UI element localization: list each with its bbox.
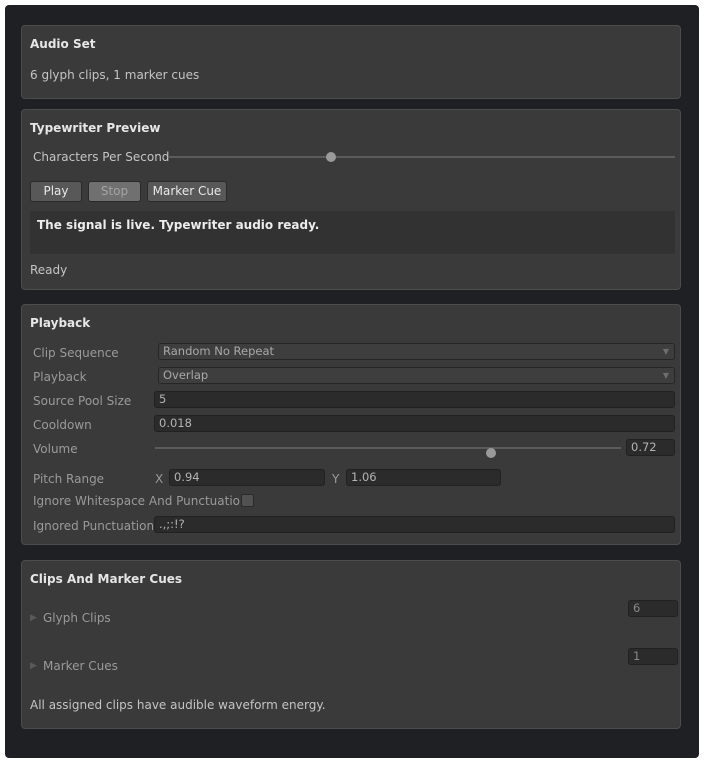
marker-cues-count[interactable]: 1 xyxy=(628,648,678,665)
cooldown-field[interactable]: 0.018 xyxy=(154,415,675,432)
playback-mode-label: Playback xyxy=(33,370,87,384)
clip-sequence-dropdown[interactable]: Random No Repeat ▼ xyxy=(158,343,675,360)
playback-mode-value: Overlap xyxy=(163,368,209,382)
audio-set-panel: Audio Set 6 glyph clips, 1 marker cues xyxy=(21,25,681,99)
audio-set-summary: 6 glyph clips, 1 marker cues xyxy=(30,68,200,82)
ignore-whitespace-label: Ignore Whitespace And Punctuation xyxy=(33,494,248,508)
typewriter-preview-panel: Typewriter Preview Characters Per Second… xyxy=(21,109,681,290)
ignored-punctuation-label: Ignored Punctuation xyxy=(33,519,155,533)
preview-text-box: The signal is live. Typewriter audio rea… xyxy=(30,211,675,254)
glyph-clips-foldout-arrow-icon[interactable]: ▶ xyxy=(30,613,37,623)
playback-panel: Playback Clip Sequence Random No Repeat … xyxy=(21,304,681,545)
ignore-whitespace-checkbox[interactable] xyxy=(241,494,254,507)
pitch-y-label: Y xyxy=(332,472,340,486)
clips-title: Clips And Marker Cues xyxy=(30,572,183,586)
chevron-down-icon: ▼ xyxy=(662,371,669,380)
source-pool-size-label: Source Pool Size xyxy=(33,394,132,408)
marker-cues-foldout-arrow-icon[interactable]: ▶ xyxy=(30,661,37,671)
stop-button[interactable]: Stop xyxy=(88,181,141,202)
pitch-x-field[interactable]: 0.94 xyxy=(169,469,325,486)
pitch-y-field[interactable]: 1.06 xyxy=(346,469,501,486)
glyph-clips-foldout[interactable]: Glyph Clips xyxy=(43,611,111,625)
typewriter-preview-title: Typewriter Preview xyxy=(30,121,161,135)
pitch-x-label: X xyxy=(155,472,164,486)
preview-status: Ready xyxy=(30,263,68,277)
marker-cues-foldout[interactable]: Marker Cues xyxy=(43,659,118,673)
audio-set-title: Audio Set xyxy=(30,37,96,51)
inspector-root: Audio Set 6 glyph clips, 1 marker cues T… xyxy=(5,5,699,758)
cooldown-label: Cooldown xyxy=(33,418,92,432)
glyph-clips-count[interactable]: 6 xyxy=(628,600,678,617)
volume-field[interactable]: 0.72 xyxy=(626,439,675,456)
chevron-down-icon: ▼ xyxy=(662,347,669,356)
clip-sequence-value: Random No Repeat xyxy=(163,344,275,358)
clip-sequence-label: Clip Sequence xyxy=(33,346,119,360)
volume-label: Volume xyxy=(33,442,78,456)
playback-title: Playback xyxy=(30,316,91,330)
clips-status: All assigned clips have audible waveform… xyxy=(30,698,326,712)
playback-mode-dropdown[interactable]: Overlap ▼ xyxy=(158,367,675,384)
volume-slider-track[interactable] xyxy=(155,447,621,449)
pitch-range-label: Pitch Range xyxy=(33,472,105,486)
play-button[interactable]: Play xyxy=(30,181,82,202)
volume-slider-handle[interactable] xyxy=(485,448,496,458)
marker-cue-button[interactable]: Marker Cue xyxy=(147,181,227,202)
clips-panel: Clips And Marker Cues ▶ Glyph Clips 6 ▶ … xyxy=(21,560,681,729)
preview-text: The signal is live. Typewriter audio rea… xyxy=(37,218,320,232)
cps-slider-track[interactable] xyxy=(169,156,675,158)
cps-label: Characters Per Second xyxy=(33,150,170,164)
source-pool-size-field[interactable]: 5 xyxy=(154,391,675,408)
ignored-punctuation-field[interactable]: .,;:!? xyxy=(154,516,675,533)
cps-slider-handle[interactable] xyxy=(325,152,336,162)
